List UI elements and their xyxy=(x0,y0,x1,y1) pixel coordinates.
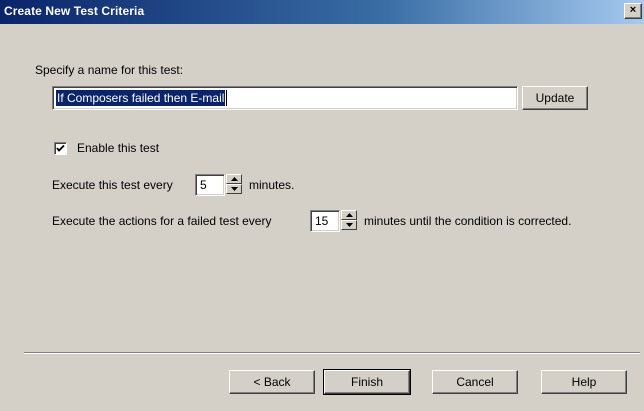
test-name-value: If Composers failed then E-mail xyxy=(56,90,228,106)
exec-spin-up-button[interactable] xyxy=(226,174,242,184)
title-bar: Create New Test Criteria × xyxy=(0,0,644,24)
close-button[interactable]: × xyxy=(624,3,642,19)
back-button[interactable]: < Back xyxy=(229,370,315,394)
actions-interval-input[interactable]: 15 xyxy=(310,210,340,232)
actions-spin-up-button[interactable] xyxy=(341,210,357,220)
actions-spin-down-button[interactable] xyxy=(341,220,357,230)
finish-button-label: Finish xyxy=(350,375,383,389)
actions-interval-spinner[interactable] xyxy=(341,210,357,230)
actions-prefix-label: Execute the actions for a failed test ev… xyxy=(52,214,272,228)
help-button[interactable]: Help xyxy=(541,370,627,394)
exec-interval-value: 5 xyxy=(200,178,207,192)
arrow-up-icon xyxy=(346,213,353,217)
enable-test-label[interactable]: Enable this test xyxy=(77,141,159,155)
arrow-down-icon xyxy=(231,187,238,191)
cancel-button[interactable]: Cancel xyxy=(432,370,518,394)
update-button[interactable]: Update xyxy=(522,86,588,110)
exec-prefix-label: Execute this test every xyxy=(52,178,173,192)
finish-button[interactable]: Finish xyxy=(323,369,411,395)
update-button-label: Update xyxy=(535,91,575,105)
exec-interval-spinner[interactable] xyxy=(226,174,242,194)
help-button-label: Help xyxy=(571,375,597,389)
exec-spin-down-button[interactable] xyxy=(226,184,242,194)
test-name-input[interactable]: If Composers failed then E-mail xyxy=(52,86,518,110)
arrow-up-icon xyxy=(231,177,238,181)
exec-interval-input[interactable]: 5 xyxy=(195,174,225,196)
actions-interval-value: 15 xyxy=(315,214,329,228)
name-label: Specify a name for this test: xyxy=(35,63,184,77)
close-icon: × xyxy=(629,4,637,16)
checkmark-icon xyxy=(56,144,65,152)
footer-separator xyxy=(24,352,640,354)
enable-test-checkbox[interactable] xyxy=(54,142,67,155)
dialog-window: Create New Test Criteria × Specify a nam… xyxy=(0,0,644,411)
window-title: Create New Test Criteria xyxy=(4,4,145,18)
exec-suffix-label: minutes. xyxy=(249,178,295,192)
cancel-button-label: Cancel xyxy=(456,375,494,389)
back-button-label: < Back xyxy=(253,375,291,389)
actions-suffix-label: minutes until the condition is corrected… xyxy=(364,214,572,228)
arrow-down-icon xyxy=(346,223,353,227)
